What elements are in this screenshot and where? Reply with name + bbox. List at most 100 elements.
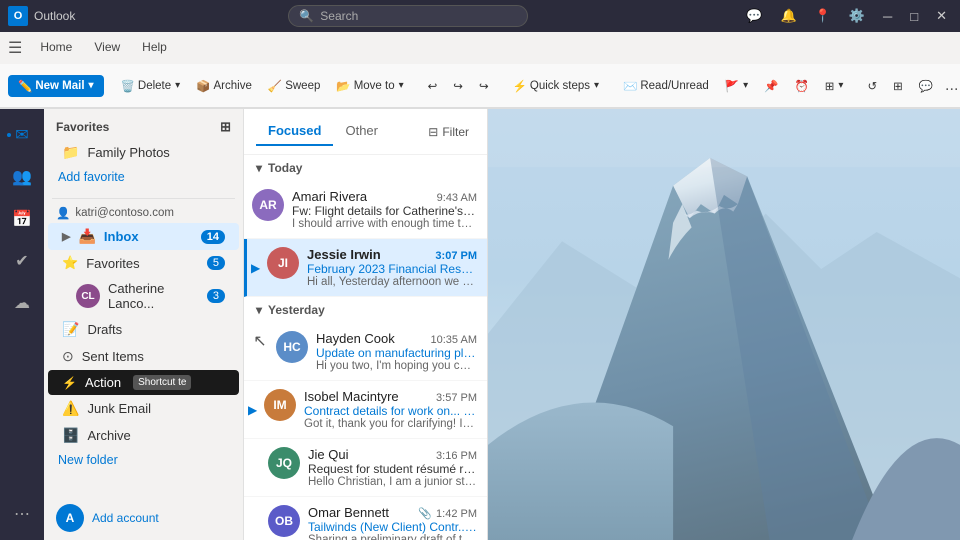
- title-bar-right: 💬 🔔 📍 ⚙️ ─ □ ✕: [741, 6, 952, 26]
- new-folder-link[interactable]: New folder: [44, 449, 243, 471]
- email-item-4[interactable]: ▶ IM Isobel Macintyre 3:57 PM Contract d…: [244, 381, 487, 439]
- email-item-5[interactable]: JQ Jie Qui 3:16 PM Request for student r…: [244, 439, 487, 497]
- search-box[interactable]: 🔍 Search: [288, 5, 528, 27]
- tab-other[interactable]: Other: [333, 117, 390, 146]
- add-account-link[interactable]: Add account: [92, 511, 159, 525]
- email-5-sender: Jie Qui: [308, 447, 348, 462]
- sidebar-item-action[interactable]: ⚡ Action Shortcut te: [48, 370, 239, 395]
- email-3-subject: Update on manufacturing plant...: [316, 346, 477, 360]
- comment-button[interactable]: 💬: [912, 76, 940, 96]
- jie-avatar: JQ: [268, 447, 300, 479]
- sidebar-item-junk-email[interactable]: ⚠️ Junk Email: [48, 395, 239, 422]
- email-tabs: Focused Other: [256, 117, 390, 146]
- clock-button[interactable]: ⏰: [787, 76, 815, 96]
- delete-dropdown-icon[interactable]: ▾: [175, 80, 180, 91]
- read-unread-button[interactable]: ✉️ Read/Unread: [616, 76, 716, 96]
- hamburger-menu-icon[interactable]: ☰: [8, 38, 22, 58]
- inbox-icon: 📥: [78, 228, 95, 245]
- email-4-content: Isobel Macintyre 3:57 PM Contract detail…: [304, 389, 477, 430]
- filter-button[interactable]: ⊟ Filter: [422, 122, 475, 142]
- inbox-badge: 14: [201, 230, 225, 244]
- minimize-button[interactable]: ─: [878, 7, 897, 26]
- tab-focused[interactable]: Focused: [256, 117, 333, 146]
- new-mail-dropdown-icon[interactable]: ▾: [89, 80, 94, 91]
- sweep-icon: 🧹: [268, 79, 282, 93]
- email-3-cursor-indicator: ↖: [252, 331, 268, 351]
- settings-icon[interactable]: ⚙️: [844, 6, 870, 26]
- nav-mail-icon[interactable]: ✉: [4, 117, 40, 153]
- attachment-icon: 📎: [418, 507, 432, 520]
- mail-icon: ✉: [15, 125, 28, 145]
- title-bar-left: O Outlook: [8, 6, 75, 26]
- nav-calendar-icon[interactable]: 📅: [4, 201, 40, 237]
- outlook-logo-icon: O: [8, 6, 28, 26]
- inbox-expand-icon[interactable]: ▶: [62, 230, 70, 243]
- more-options-button[interactable]: ...: [942, 77, 960, 95]
- view-toggle-button[interactable]: ⊞ ▾: [818, 76, 851, 96]
- email-6-preview: Sharing a preliminary draft of the lates…: [308, 534, 477, 540]
- close-button[interactable]: ✕: [931, 6, 952, 26]
- email-item-3[interactable]: ↖ HC Hayden Cook 10:35 AM Update on manu…: [244, 323, 487, 381]
- maximize-button[interactable]: □: [905, 7, 923, 26]
- today-section-header[interactable]: ▾ Today: [244, 155, 487, 181]
- sidebar-item-archive[interactable]: 🗄️ Archive: [48, 422, 239, 449]
- view-dropdown-icon[interactable]: ▾: [838, 80, 843, 91]
- sidebar-item-favorites[interactable]: ⭐ Favorites 5: [48, 250, 239, 276]
- undo2-button[interactable]: ↺: [860, 76, 884, 96]
- expand-icon[interactable]: ⊞: [220, 119, 231, 135]
- location-icon[interactable]: 📍: [810, 6, 836, 26]
- undo-button[interactable]: ↩: [421, 76, 445, 96]
- new-mail-button[interactable]: ✏️ New Mail ▾: [8, 75, 104, 97]
- yesterday-label: Yesterday: [268, 303, 325, 317]
- email-item-1[interactable]: AR Amari Rivera 9:43 AM Fw: Flight detai…: [244, 181, 487, 239]
- add-favorite-link[interactable]: Add favorite: [44, 166, 243, 188]
- email-2-content: Jessie Irwin 3:07 PM February 2023 Finan…: [307, 247, 477, 288]
- sidebar-item-catherine[interactable]: CL Catherine Lanco... 3: [48, 276, 239, 316]
- email-5-subject: Request for student résumé review: [308, 462, 477, 476]
- email-2-time: 3:07 PM: [435, 250, 477, 262]
- junk-icon: ⚠️: [62, 400, 79, 417]
- archive-folder-label: Archive: [87, 428, 130, 443]
- sidebar-item-drafts[interactable]: 📝 Drafts: [48, 316, 239, 343]
- email-item-2[interactable]: ▶ JI Jessie Irwin 3:07 PM February 2023 …: [244, 239, 487, 297]
- view-icon: ⊞: [825, 79, 835, 93]
- redo-button[interactable]: ↪: [472, 76, 496, 96]
- move-dropdown-icon[interactable]: ▾: [399, 80, 404, 91]
- email-6-time: 1:42 PM: [436, 508, 477, 520]
- move-label: Move to: [354, 80, 395, 92]
- nav-cloud-icon[interactable]: ☁: [4, 285, 40, 321]
- email-item-6[interactable]: OB Omar Bennett 📎 1:42 PM Tailwinds (New…: [244, 497, 487, 540]
- tab-view[interactable]: View: [84, 36, 130, 60]
- email-3-preview: Hi you two, I'm hoping you can help me: [316, 360, 477, 372]
- quick-steps-dropdown-icon[interactable]: ▾: [594, 80, 599, 91]
- forward-button[interactable]: ↪: [446, 76, 470, 96]
- delete-button[interactable]: 🗑️ Delete ▾: [114, 76, 188, 96]
- tab-home[interactable]: Home: [30, 36, 82, 60]
- archive-button[interactable]: 📦 Archive: [189, 76, 259, 96]
- folder-icon: 📁: [62, 144, 79, 161]
- sweep-button[interactable]: 🧹 Sweep: [261, 76, 328, 96]
- jessie-avatar: JI: [267, 247, 299, 279]
- table-button[interactable]: ⊞: [886, 76, 910, 96]
- flag-dropdown-icon[interactable]: ▾: [743, 80, 748, 91]
- nav-checkmark-icon[interactable]: ✔: [4, 243, 40, 279]
- ribbon-actions: ✏️ New Mail ▾ 🗑️ Delete ▾ 📦 Archive 🧹 Sw…: [0, 64, 960, 108]
- sidebar-item-family-photos[interactable]: 📁 Family Photos: [48, 139, 239, 166]
- sidebar-item-inbox[interactable]: ▶ 📥 Inbox 14: [48, 223, 239, 250]
- tab-help[interactable]: Help: [132, 36, 177, 60]
- move-to-button[interactable]: 📂 Move to ▾: [329, 76, 410, 96]
- search-icon: 🔍: [299, 9, 314, 23]
- yesterday-section-header[interactable]: ▾ Yesterday: [244, 297, 487, 323]
- flag-button[interactable]: 🚩 ▾: [718, 76, 755, 96]
- chat-icon[interactable]: 💬: [741, 6, 767, 26]
- katri-email: katri@contoso.com: [75, 207, 174, 219]
- email-1-time: 9:43 AM: [437, 192, 477, 204]
- sidebar-item-sent-items[interactable]: ⊙ Sent Items: [48, 343, 239, 370]
- nav-dots-icon[interactable]: ⋯: [4, 496, 40, 532]
- quick-steps-button[interactable]: ⚡ Quick steps ▾: [506, 76, 606, 96]
- action-label: Action: [85, 375, 121, 390]
- nav-people-icon[interactable]: 👥: [4, 159, 40, 195]
- pin-button[interactable]: 📌: [757, 76, 785, 96]
- bell-icon[interactable]: 🔔: [775, 6, 801, 26]
- email-4-time: 3:57 PM: [436, 392, 477, 404]
